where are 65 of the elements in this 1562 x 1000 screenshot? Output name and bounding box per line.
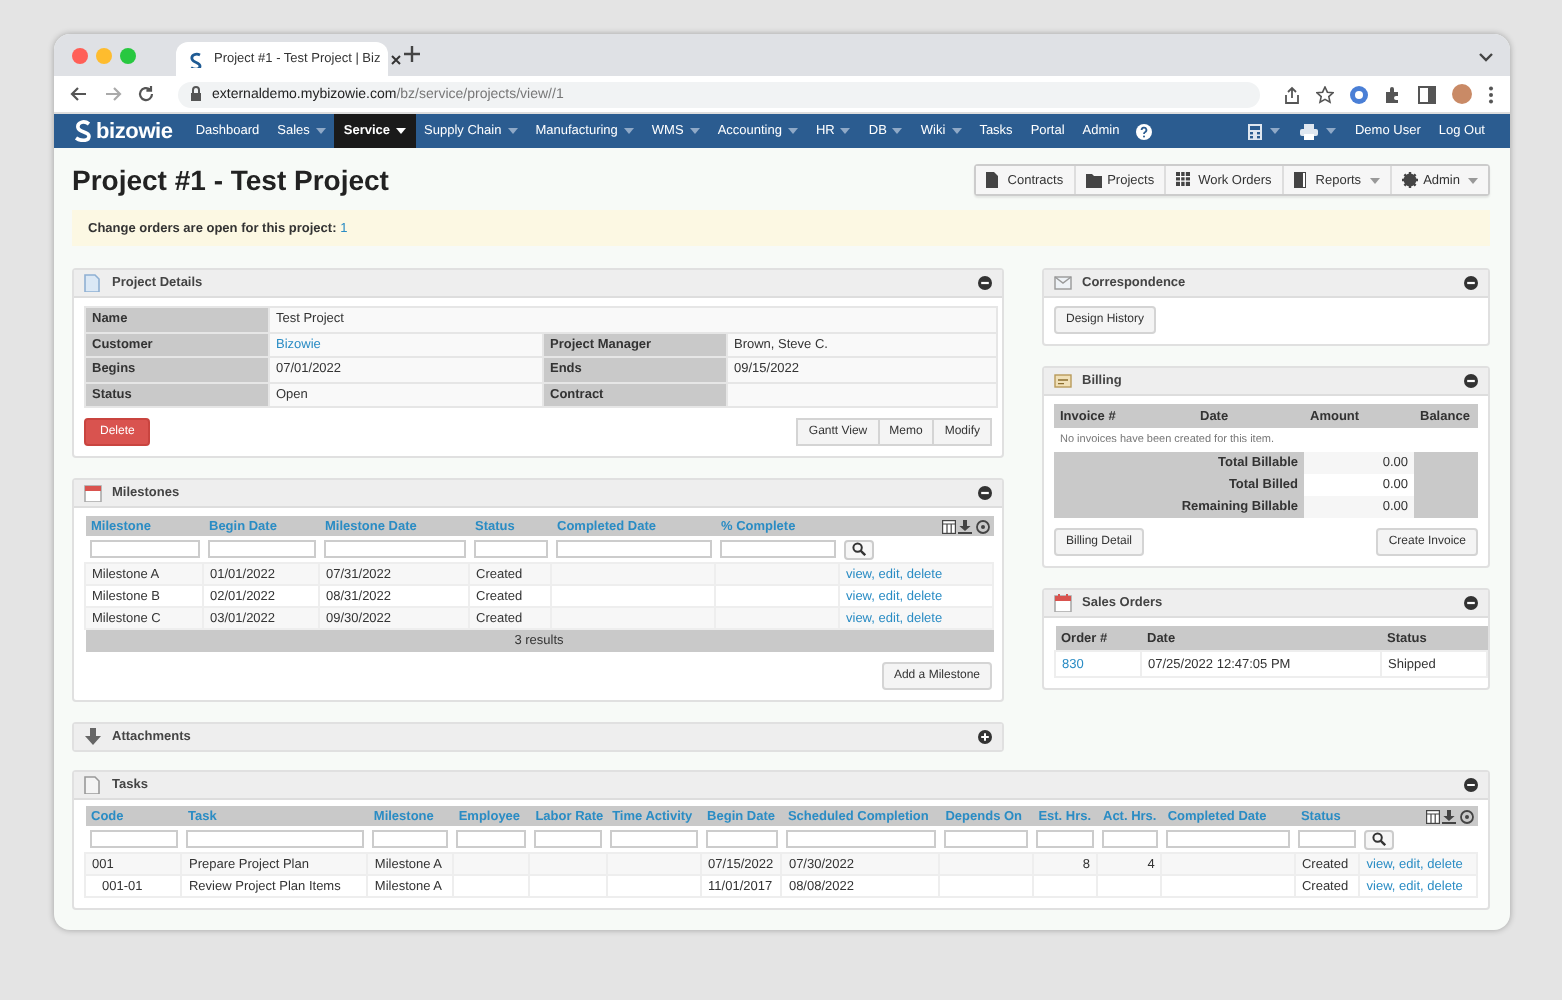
filter-field[interactable] <box>719 540 835 558</box>
reload-icon[interactable] <box>138 86 154 102</box>
search-icon <box>851 542 865 556</box>
logo-icon <box>188 51 204 67</box>
side-panel-icon[interactable] <box>1418 85 1436 103</box>
filter-field[interactable] <box>1101 830 1158 848</box>
filter-field[interactable] <box>785 830 936 848</box>
calendar-icon <box>84 484 102 502</box>
search-icon <box>1371 832 1386 846</box>
printer-icon <box>1299 123 1318 139</box>
filter-field[interactable] <box>323 540 465 558</box>
ledger-icon <box>1054 372 1072 390</box>
search-button[interactable] <box>843 539 873 559</box>
download-icon[interactable] <box>1442 809 1456 823</box>
caret-icon <box>1269 128 1280 134</box>
logo-text: bizowie <box>96 119 173 143</box>
collapse-icon[interactable] <box>1464 276 1478 290</box>
logo-icon <box>74 120 92 142</box>
grid-icon <box>1176 172 1193 188</box>
close-icon[interactable] <box>390 53 403 65</box>
filter-field[interactable] <box>89 830 178 848</box>
back-icon[interactable] <box>70 86 88 102</box>
filter-field[interactable] <box>533 830 603 848</box>
expand-icon[interactable] <box>978 730 992 744</box>
share-icon[interactable] <box>1284 85 1300 103</box>
calculator-icon <box>1247 123 1262 139</box>
book-icon <box>1293 172 1310 188</box>
filter-field[interactable] <box>185 830 364 848</box>
caret-icon <box>1325 128 1336 134</box>
columns-icon[interactable] <box>941 519 955 533</box>
columns-icon[interactable] <box>1425 809 1439 823</box>
arrow-down-icon <box>84 728 102 746</box>
filter-field[interactable] <box>705 830 778 848</box>
collapse-icon[interactable] <box>1464 596 1478 610</box>
filter-field[interactable] <box>89 540 199 558</box>
document-icon <box>84 274 102 292</box>
download-icon[interactable] <box>958 519 972 533</box>
more-icon[interactable] <box>1488 85 1494 103</box>
collapse-icon[interactable] <box>978 276 992 290</box>
extension-icon[interactable] <box>1350 85 1368 103</box>
collapse-icon[interactable] <box>978 486 992 500</box>
filter-field[interactable] <box>1165 830 1291 848</box>
chevron-down-icon[interactable] <box>1478 52 1494 62</box>
lock-icon <box>190 86 202 102</box>
page-title: Project #1 - Test Project <box>72 164 389 196</box>
filter-field[interactable] <box>943 830 1029 848</box>
document-icon <box>985 172 1002 188</box>
avatar-icon[interactable] <box>1452 84 1472 104</box>
puzzle-icon[interactable] <box>1384 85 1402 103</box>
star-icon[interactable] <box>1316 85 1334 103</box>
new-tab-icon[interactable] <box>404 46 420 62</box>
search-button[interactable] <box>1363 829 1394 849</box>
filter-field[interactable] <box>207 540 315 558</box>
filter-field[interactable] <box>610 830 698 848</box>
filter-field[interactable] <box>555 540 711 558</box>
filter-field[interactable] <box>1298 830 1356 848</box>
filter-field[interactable] <box>1036 830 1093 848</box>
collapse-icon[interactable] <box>1464 374 1478 388</box>
filter-field[interactable] <box>371 830 449 848</box>
calendar-icon <box>1054 594 1072 612</box>
folder-icon <box>1085 172 1102 188</box>
filter-field[interactable] <box>473 540 547 558</box>
collapse-icon[interactable] <box>1464 778 1478 792</box>
help-icon[interactable] <box>1136 123 1153 139</box>
filter-field[interactable] <box>456 830 526 848</box>
